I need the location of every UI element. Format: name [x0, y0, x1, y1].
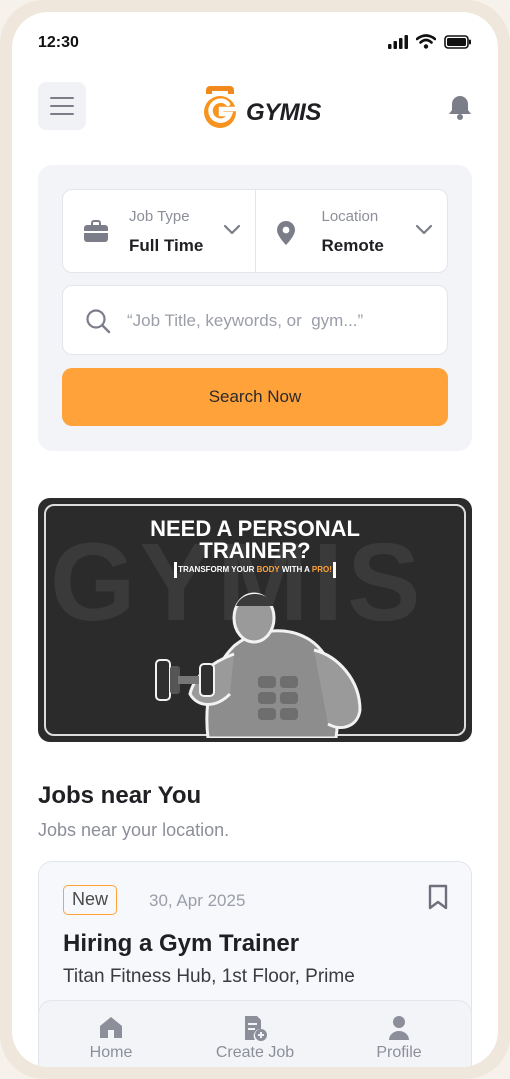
- signal-icon: [388, 34, 408, 49]
- phone-frame: 12:30 GYMIS Job Type Full Time Location …: [0, 0, 510, 1079]
- search-input[interactable]: [127, 304, 427, 338]
- nav-profile-label: Profile: [376, 1044, 422, 1061]
- app-screen: 12:30 GYMIS Job Type Full Time Location …: [12, 12, 498, 1067]
- job-title: Hiring a Gym Trainer: [63, 930, 300, 957]
- bottom-navigation: Home Create Job Profile: [38, 1000, 472, 1067]
- status-bar: 12:30: [12, 12, 498, 72]
- job-search-panel: Job Type Full Time Location Remote “Job …: [38, 165, 472, 451]
- notification-button[interactable]: [448, 94, 472, 125]
- search-icon: [86, 309, 111, 334]
- bookmark-button[interactable]: [427, 884, 449, 915]
- job-date: 30, Apr 2025: [149, 891, 246, 910]
- chevron-down-icon: [223, 224, 240, 235]
- menu-button[interactable]: [38, 82, 86, 130]
- filter-row: Job Type Full Time Location Remote: [62, 189, 448, 273]
- chevron-down-icon: [415, 224, 433, 235]
- nav-profile[interactable]: Profile: [327, 1001, 471, 1067]
- banner-title-line2: TRAINER?: [199, 538, 311, 563]
- job-type-dropdown[interactable]: Job Type Full Time: [63, 190, 255, 272]
- job-type-value: Full Time: [129, 236, 204, 255]
- banner-tagline: TRANSFORM YOUR BODY WITH A PRO!: [174, 562, 336, 578]
- trainer-with-dumbbell-image: [155, 592, 362, 738]
- kettlebell-logo-icon: [204, 86, 239, 128]
- tag-highlight-pro: PRO!: [311, 565, 332, 574]
- section-subtitle: Jobs near your location.: [38, 820, 230, 840]
- briefcase-icon: [84, 220, 108, 242]
- wifi-icon: [416, 34, 436, 49]
- new-badge: New: [63, 885, 118, 915]
- nav-home-label: Home: [89, 1044, 133, 1061]
- hamburger-icon: [50, 97, 74, 115]
- job-type-label: Job Type: [129, 208, 190, 225]
- nav-create-job[interactable]: Create Job: [183, 1001, 327, 1067]
- bookmark-icon: [428, 884, 448, 910]
- status-icons: [388, 34, 472, 49]
- search-field[interactable]: [62, 285, 448, 355]
- status-time: 12:30: [38, 34, 79, 51]
- tag-highlight-body: BODY: [256, 565, 280, 574]
- search-now-button[interactable]: Search Now: [62, 368, 448, 426]
- nav-create-job-label: Create Job: [215, 1044, 295, 1061]
- banner-title: NEED A PERSONAL TRAINER?: [38, 518, 472, 562]
- bell-icon: [449, 96, 471, 120]
- banner-title-line1: NEED A PERSONAL: [150, 516, 360, 541]
- tag-part1: TRANSFORM YOUR: [178, 565, 257, 574]
- home-icon: [100, 1017, 122, 1038]
- profile-icon: [389, 1016, 409, 1040]
- location-pin-icon: [276, 221, 295, 245]
- brand-name: GYMIS: [246, 99, 321, 126]
- nav-home[interactable]: Home: [39, 1001, 183, 1067]
- trainer-promo-banner[interactable]: GYMIS NEED A PERSONAL TRAINER? TRANSFORM…: [38, 498, 472, 742]
- brand-logo: GYMIS: [198, 82, 321, 130]
- section-title: Jobs near You: [38, 782, 202, 809]
- location-dropdown[interactable]: Location Remote: [254, 190, 448, 272]
- tag-part2: WITH A: [279, 565, 312, 574]
- location-value: Remote: [321, 236, 384, 255]
- location-label: Location: [321, 208, 379, 225]
- battery-icon: [444, 34, 471, 49]
- create-job-icon: [245, 1016, 267, 1041]
- job-company: Titan Fitness Hub, 1st Floor, Prime: [63, 966, 355, 987]
